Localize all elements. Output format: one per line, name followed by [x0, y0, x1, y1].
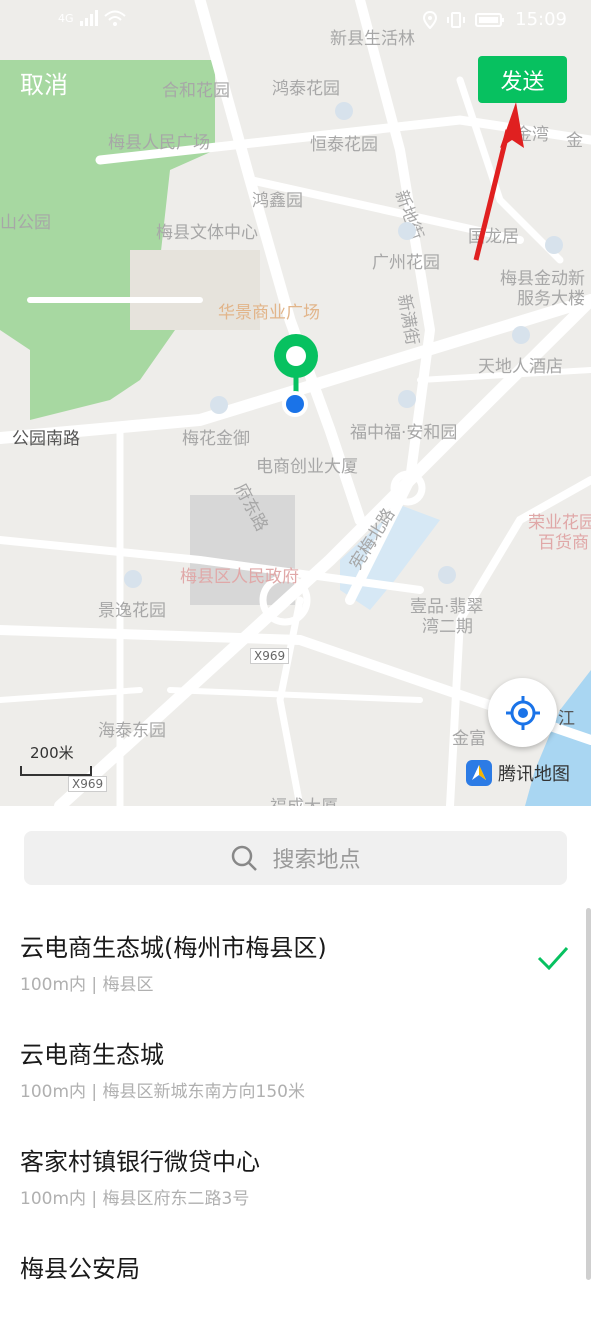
map-label: 金: [566, 131, 583, 151]
map-label: 山公园: [0, 213, 51, 233]
map-label: 梅县文体中心: [156, 223, 258, 243]
map-scale: 200米: [20, 742, 92, 776]
location-list: 云电商生态城(梅州市梅县区) 100m内 | 梅县区 云电商生态城 100m内 …: [0, 906, 591, 1334]
map-label: 福中福·安和园: [350, 423, 458, 443]
crosshair-icon: [505, 695, 540, 730]
search-placeholder: 搜索地点: [272, 848, 361, 873]
location-subtitle: 100m内 | 梅县区: [20, 975, 154, 995]
road-shield: X969: [68, 776, 108, 792]
road-shield: X969: [250, 648, 290, 664]
location-title: 梅县公安局: [20, 1255, 140, 1283]
search-input[interactable]: 搜索地点: [24, 831, 567, 885]
map-label: 梅县人民广场: [108, 133, 210, 153]
search-icon: [232, 845, 258, 871]
tencent-map-logo-icon: [466, 760, 492, 786]
vibrate-icon: [447, 11, 466, 28]
poi-icon: [512, 326, 530, 344]
location-title: 云电商生态城: [20, 1041, 164, 1069]
checkmark-icon: [537, 946, 569, 970]
send-button[interactable]: 发送: [478, 56, 567, 103]
poi-icon: [398, 222, 416, 240]
cancel-button[interactable]: 取消: [20, 65, 68, 100]
locate-me-button[interactable]: [488, 678, 557, 747]
map-label: 梅县区人民政府: [180, 567, 299, 587]
map-label: 鸿泰花园: [272, 79, 340, 99]
map-label: 百货商: [538, 533, 589, 553]
wifi-icon: [103, 10, 126, 26]
scale-bar: [20, 766, 92, 776]
map-label: 梅花金御: [182, 429, 250, 449]
map-label: 湾二期: [422, 617, 473, 637]
map-provider-logo: 腾讯地图: [466, 760, 570, 786]
list-item[interactable]: 客家村镇银行微贷中心 100m内 | 梅县区府东二路3号: [0, 1120, 591, 1227]
map-label: 恒泰花园: [310, 135, 378, 155]
map-label: 景逸花园: [98, 601, 166, 621]
map-label: 合和花园: [162, 81, 230, 101]
map-label: 服务大楼: [517, 289, 585, 309]
list-scrollbar[interactable]: [586, 908, 591, 1280]
poi-icon: [335, 102, 353, 120]
list-item[interactable]: 梅县公安局: [0, 1227, 591, 1334]
location-pin-icon[interactable]: [271, 332, 321, 422]
map-label: 广州花园: [372, 253, 440, 273]
list-item[interactable]: 云电商生态城(梅州市梅县区) 100m内 | 梅县区: [0, 906, 591, 1013]
network-type: 4G: [58, 11, 74, 25]
red-arrow-annotation: [473, 102, 524, 261]
location-title: 云电商生态城(梅州市梅县区): [20, 934, 327, 962]
location-status-icon: [423, 10, 438, 29]
map-label: 公园南路: [12, 429, 80, 449]
poi-icon: [124, 570, 142, 588]
location-sheet: 搜索地点 云电商生态城(梅州市梅县区) 100m内 | 梅县区 云电商生态城 1…: [0, 806, 591, 1283]
map-label: 电商创业大厦: [256, 457, 358, 477]
poi-icon: [438, 566, 456, 584]
list-item[interactable]: 云电商生态城 100m内 | 梅县区新城东南方向150米: [0, 1013, 591, 1120]
map-label: 华景商业广场: [218, 303, 320, 323]
location-title: 客家村镇银行微贷中心: [20, 1148, 260, 1176]
poi-icon: [398, 390, 416, 408]
map-label: 海泰东园: [98, 721, 166, 741]
poi-icon: [545, 236, 563, 254]
clock: 15:09: [515, 9, 567, 30]
location-subtitle: 100m内 | 梅县区府东二路3号: [20, 1189, 250, 1209]
signal-icon: [79, 10, 98, 26]
provider-name: 腾讯地图: [498, 764, 570, 785]
poi-icon: [210, 396, 228, 414]
scale-label: 200米: [30, 744, 74, 762]
map-label: 福成大厦: [270, 792, 338, 806]
map-label: 江: [558, 709, 575, 729]
map-label: 天地人酒店: [478, 357, 563, 377]
map-view[interactable]: 新县生活林 合和花园 鸿泰花园 梅县人民广场 恒泰花园 金湾 金 山公园 鸿鑫园…: [0, 0, 591, 806]
status-bar: 4G 15:09: [0, 0, 591, 44]
battery-icon: [475, 12, 505, 27]
map-label: 鸿鑫园: [252, 191, 303, 211]
location-subtitle: 100m内 | 梅县区新城东南方向150米: [20, 1082, 305, 1102]
map-label: 金富: [452, 729, 486, 749]
